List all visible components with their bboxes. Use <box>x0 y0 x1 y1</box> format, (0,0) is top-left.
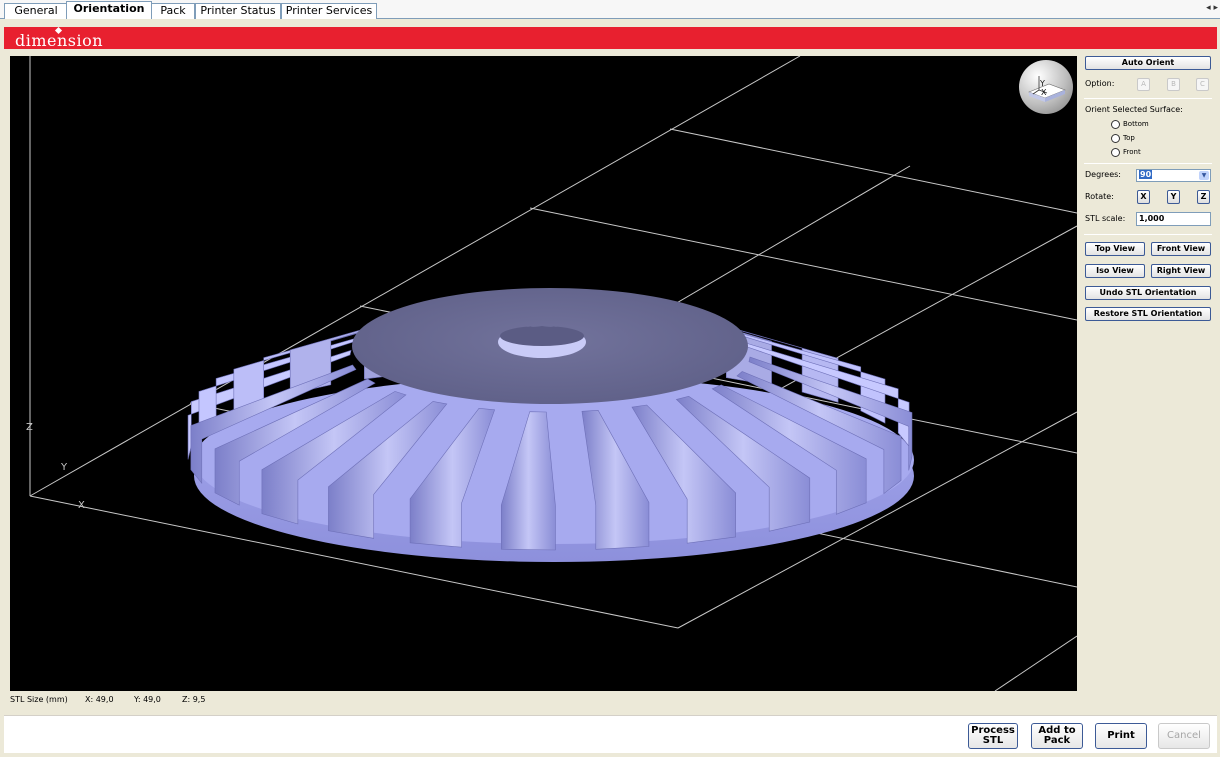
brand-logo: dimension <box>15 31 104 50</box>
chevron-down-icon[interactable]: ▼ <box>1199 171 1209 180</box>
add-to-pack-button[interactable]: Add to Pack <box>1031 723 1083 749</box>
separator <box>1084 234 1212 235</box>
iso-view-button[interactable]: Iso View <box>1085 264 1145 278</box>
stl-size-label: STL Size (mm) <box>10 695 68 704</box>
undo-stl-orientation-button[interactable]: Undo STL Orientation <box>1085 286 1211 300</box>
model-viewport[interactable]: Z Y X Y X <box>10 56 1077 691</box>
button-label: Pack <box>1043 735 1071 746</box>
process-stl-button[interactable]: Process STL <box>968 723 1018 749</box>
separator <box>1084 98 1212 99</box>
tab-general[interactable]: General <box>4 3 68 19</box>
rotate-x-button[interactable]: X <box>1137 190 1150 204</box>
tab-bar: General Orientation Pack Printer Status … <box>0 0 1220 19</box>
tab-scroll-arrows-icon[interactable]: ◂ ▸ <box>1206 3 1218 13</box>
radio-bottom[interactable] <box>1111 120 1120 129</box>
scene-canvas <box>29 56 1077 691</box>
option-c-button[interactable]: C <box>1196 78 1209 91</box>
orientation-panel: Auto Orient Option: A B C Orient Selecte… <box>1080 54 1216 344</box>
radio-bottom-label: Bottom <box>1123 120 1149 128</box>
orient-surface-label: Orient Selected Surface: <box>1085 105 1183 114</box>
right-view-button[interactable]: Right View <box>1151 264 1211 278</box>
brand-banner: dimension <box>4 26 1217 50</box>
print-button[interactable]: Print <box>1095 723 1147 749</box>
stl-size-y: Y: 49,0 <box>134 695 161 704</box>
separator <box>1084 163 1212 164</box>
tab-label: Printer Services <box>285 4 373 17</box>
tab-orientation[interactable]: Orientation <box>66 1 152 19</box>
cancel-button[interactable]: Cancel <box>1158 723 1210 749</box>
tab-label: Pack <box>160 4 186 17</box>
radio-front[interactable] <box>1111 148 1120 157</box>
stl-scale-label: STL scale: <box>1085 214 1126 223</box>
stl-scale-input[interactable]: 1,000 <box>1136 212 1211 226</box>
auto-orient-button[interactable]: Auto Orient <box>1085 56 1211 70</box>
button-label: STL <box>982 735 1004 746</box>
gear-model[interactable] <box>187 288 914 562</box>
tab-pack[interactable]: Pack <box>151 3 195 19</box>
view-cube-icon[interactable]: Y X <box>1019 60 1073 114</box>
radio-front-label: Front <box>1123 148 1141 156</box>
svg-text:X: X <box>1041 88 1047 97</box>
option-b-button[interactable]: B <box>1167 78 1180 91</box>
radio-top-label: Top <box>1123 134 1135 142</box>
stl-size-x: X: 49,0 <box>85 695 114 704</box>
gear-bore-top <box>500 326 584 346</box>
axis-label-y: Y <box>61 462 68 473</box>
tab-label: Printer Status <box>200 4 276 17</box>
degrees-label: Degrees: <box>1085 170 1121 179</box>
tab-label: General <box>14 4 58 17</box>
tab-printer-services[interactable]: Printer Services <box>281 3 377 19</box>
radio-top[interactable] <box>1111 134 1120 143</box>
option-a-button[interactable]: A <box>1137 78 1150 91</box>
stl-size-z: Z: 9,5 <box>182 695 206 704</box>
axis-label-z: Z <box>26 422 33 433</box>
svg-text:Y: Y <box>1039 79 1045 88</box>
tab-printer-status[interactable]: Printer Status <box>195 3 281 19</box>
rotate-z-button[interactable]: Z <box>1197 190 1210 204</box>
degrees-select[interactable]: 90 ▼ <box>1136 169 1211 182</box>
restore-stl-orientation-button[interactable]: Restore STL Orientation <box>1085 307 1211 321</box>
top-view-button[interactable]: Top View <box>1085 242 1145 256</box>
rotate-label: Rotate: <box>1085 192 1114 201</box>
option-label: Option: <box>1085 79 1115 88</box>
action-bar: Process STL Add to Pack Print Cancel <box>4 715 1217 753</box>
rotate-y-button[interactable]: Y <box>1167 190 1180 204</box>
tab-label: Orientation <box>73 2 145 15</box>
front-view-button[interactable]: Front View <box>1151 242 1211 256</box>
degrees-value: 90 <box>1139 170 1153 179</box>
axis-label-x: X <box>78 500 85 511</box>
